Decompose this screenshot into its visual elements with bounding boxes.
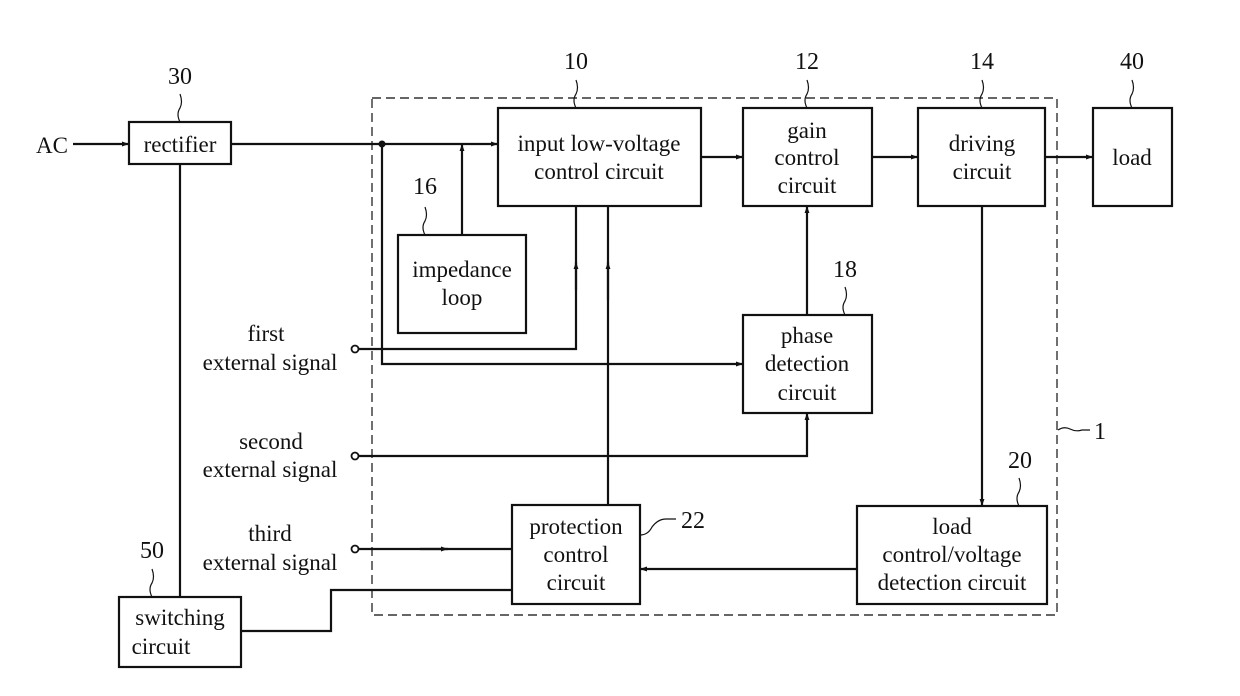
impedance-ref-leader xyxy=(422,206,428,236)
circuit-block-diagram: 1 AC rectifier 30 input low-voltage cont… xyxy=(36,49,1174,669)
ac-input-label: AC xyxy=(36,133,68,158)
third-signal-label-1: third xyxy=(248,521,292,546)
switching-ref: 50 xyxy=(140,538,164,564)
phase-detection-block: phase detection circuit xyxy=(741,313,874,415)
input-low-voltage-label-1: input low-voltage xyxy=(518,131,681,156)
protection-ref-leader xyxy=(639,518,676,536)
gain-control-block: gain control circuit xyxy=(741,106,874,208)
gain-ref-leader xyxy=(804,79,810,109)
load-control-label-1: load xyxy=(932,514,972,539)
driving-ref-leader xyxy=(979,79,985,109)
wire-second-signal-to-phase xyxy=(359,413,810,458)
switching-label-1: switching xyxy=(135,605,225,630)
second-signal-label-1: second xyxy=(239,429,303,454)
driving-ref: 14 xyxy=(970,49,994,75)
driving-label-2: circuit xyxy=(953,159,1012,184)
protection-ref: 22 xyxy=(681,508,705,534)
system-ref-label: 1 xyxy=(1094,419,1106,445)
input-low-voltage-control-block: input low-voltage control circuit xyxy=(496,106,703,208)
first-signal-label-1: first xyxy=(247,321,285,346)
switching-ref-leader xyxy=(149,568,155,598)
gain-ref: 12 xyxy=(795,49,819,75)
load-block: load xyxy=(1091,106,1174,208)
system-ref-leader xyxy=(1057,427,1090,432)
load-control-ref-leader xyxy=(1016,477,1022,507)
input-low-voltage-label-2: control circuit xyxy=(534,159,664,184)
load-ref: 40 xyxy=(1120,49,1144,75)
impedance-label-2: loop xyxy=(442,285,483,310)
protection-label-1: protection xyxy=(529,514,623,539)
second-signal-label-2: external signal xyxy=(203,457,338,482)
switching-circuit-block: switching circuit xyxy=(117,595,243,669)
load-control-label-3: detection circuit xyxy=(878,570,1027,595)
driving-circuit-block: driving circuit xyxy=(916,106,1047,208)
third-signal-label-2: external signal xyxy=(203,550,338,575)
input-ref: 10 xyxy=(564,49,588,75)
protection-control-block: protection control circuit xyxy=(510,503,642,606)
load-control-voltage-detection-block: load control/voltage detection circuit xyxy=(855,504,1049,606)
driving-label-1: driving xyxy=(949,131,1016,156)
load-control-ref: 20 xyxy=(1008,448,1032,474)
switching-label-2: circuit xyxy=(132,634,191,659)
protection-label-3: circuit xyxy=(547,570,606,595)
gain-label-1: gain xyxy=(787,118,827,143)
third-signal-terminal xyxy=(350,544,360,554)
phase-ref: 18 xyxy=(833,257,857,283)
impedance-loop-block: impedance loop xyxy=(396,233,528,335)
load-label: load xyxy=(1112,145,1152,170)
gain-label-2: control xyxy=(774,145,839,170)
rectifier-ref: 30 xyxy=(168,64,192,90)
phase-label-2: detection xyxy=(765,351,850,376)
gain-label-3: circuit xyxy=(778,173,837,198)
first-signal-terminal xyxy=(350,344,360,354)
load-control-label-2: control/voltage xyxy=(882,542,1021,567)
rectifier-label: rectifier xyxy=(144,132,217,157)
rectifier-block: rectifier xyxy=(127,120,233,166)
input-ref-leader xyxy=(573,79,579,109)
phase-label-1: phase xyxy=(781,323,833,348)
load-ref-leader xyxy=(1129,79,1135,109)
wire-switching-to-protection xyxy=(241,588,512,633)
second-signal-terminal xyxy=(350,451,360,461)
protection-label-2: control xyxy=(543,542,608,567)
impedance-label-1: impedance xyxy=(412,257,512,282)
first-signal-label-2: external signal xyxy=(203,350,338,375)
rectifier-ref-leader xyxy=(177,93,183,123)
impedance-ref: 16 xyxy=(413,174,437,200)
phase-label-3: circuit xyxy=(778,380,837,405)
phase-ref-leader xyxy=(842,286,848,316)
